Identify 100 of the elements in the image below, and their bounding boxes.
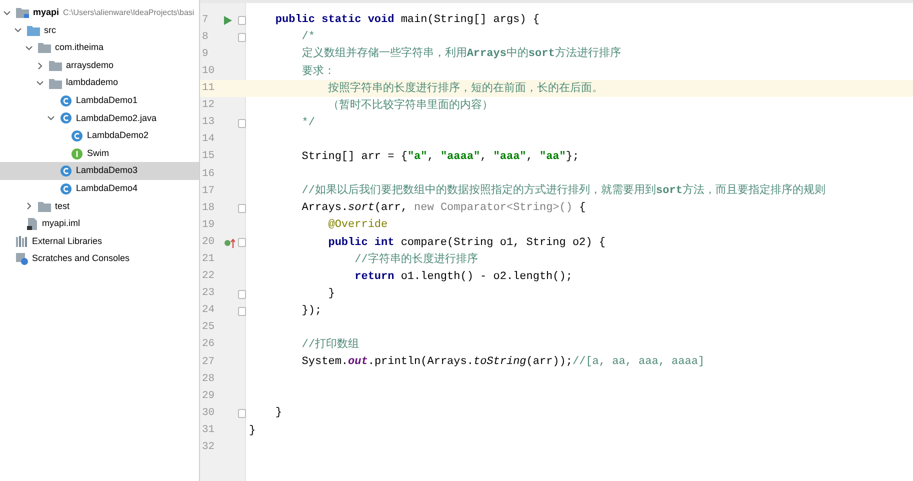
line-number: 19 (201, 218, 216, 233)
code-text: System. (300, 355, 348, 370)
code-comment: //[a, aa, aaa, aaaa] (572, 355, 705, 370)
tree-item[interactable]: External Libraries (0, 232, 199, 250)
code-keyword: public static void (274, 13, 396, 28)
code-text: Arrays. (300, 201, 348, 216)
folder-icon (38, 200, 51, 212)
tree-item[interactable]: LambdaDemo3 (0, 162, 199, 180)
code-text: } (327, 286, 335, 302)
method-name: toString (473, 355, 526, 370)
line-number: 9 (201, 46, 210, 62)
line-number: 8 (201, 30, 210, 45)
line-number: 27 (201, 354, 216, 370)
line-number: 20 (201, 234, 216, 250)
tree-item[interactable]: lambdademo (0, 74, 199, 92)
tree-item[interactable]: LambdaDemo1 (0, 92, 199, 110)
class-icon (71, 130, 83, 142)
tree-item[interactable]: src (0, 22, 199, 40)
code-comment: 按照字符串的长度进行排序，短的在前面，长的在后面。 (327, 80, 604, 97)
tree-item[interactable]: myapi.iml (0, 215, 199, 233)
fold-marker-icon[interactable] (238, 306, 246, 316)
chevron-right-icon[interactable] (36, 62, 44, 70)
override-marker-icon[interactable] (224, 238, 235, 248)
chevron-down-icon[interactable] (3, 8, 11, 17)
class-icon (60, 94, 72, 107)
code-text: }); (300, 304, 322, 319)
code-text: , (526, 150, 534, 166)
chevron-down-icon[interactable] (25, 44, 33, 52)
tree-label: LambdaDemo4 (76, 182, 138, 195)
tree-label: Swim (87, 146, 109, 160)
tree-label: LambdaDemo3 (76, 164, 138, 178)
code-text: compare(String o1, String o2) { (400, 236, 606, 251)
tree-label: LambdaDemo2.java (76, 112, 157, 125)
folder-icon (27, 24, 40, 36)
chevron-down-icon[interactable] (14, 26, 22, 34)
fold-marker-icon[interactable] (238, 290, 246, 299)
line-number: 18 (201, 200, 216, 216)
line-number: 31 (201, 422, 216, 438)
line-number: 16 (201, 166, 216, 182)
code-comment: 要求： (300, 64, 335, 80)
line-number: 30 (201, 406, 216, 421)
code-comment: //如果以后我们要把数组中的数据按照指定的方式进行排列，就需要用到sort方法，而且要指定排序的规则 (300, 183, 826, 200)
line-number: 25 (201, 320, 216, 336)
string-literal: "a" (407, 150, 428, 166)
folder-icon (49, 78, 62, 89)
code-text: }; (566, 150, 580, 166)
fold-marker-icon[interactable] (238, 16, 246, 26)
fold-marker-icon[interactable] (238, 118, 246, 128)
annotation: @Override (327, 218, 388, 234)
library-icon (16, 236, 28, 248)
tree-label: Scratches and Consoles (32, 252, 130, 266)
tree-item[interactable]: test (0, 198, 199, 216)
tree-label: myapi (33, 6, 60, 20)
line-number: 22 (201, 269, 216, 284)
tree-item[interactable]: myapi C:\Users\alienware\IdeaProjects\basi (0, 4, 199, 22)
code-text: , (427, 150, 435, 166)
tree-label: LambdaDemo1 (76, 94, 138, 108)
chevron-right-icon[interactable] (25, 202, 33, 210)
tree-item[interactable]: LambdaDemo4 (0, 180, 199, 198)
tree-item[interactable]: Scratches and Consoles (0, 250, 199, 268)
line-number: 24 (201, 303, 216, 318)
tree-label: External Libraries (32, 234, 102, 248)
code-comment: */ (300, 116, 316, 131)
code-text: main(String[] args) { (400, 13, 540, 28)
tree-label: arraysdemo (66, 58, 114, 72)
code-text: String[] arr = { (300, 150, 408, 166)
line-number: 13 (201, 115, 216, 130)
string-literal: "aaaa" (440, 150, 480, 166)
tree-item[interactable]: LambdaDemo2.java (0, 110, 199, 128)
folder-icon (38, 42, 51, 54)
tree-label: myapi.iml (42, 217, 80, 230)
run-icon[interactable] (224, 16, 232, 26)
line-number: 7 (201, 12, 210, 28)
code-keyword: return (354, 270, 396, 285)
chevron-down-icon[interactable] (36, 79, 44, 88)
tree-label: LambdaDemo2 (87, 129, 149, 142)
line-number: 23 (201, 286, 216, 302)
code-text: } (249, 424, 256, 439)
tree-item[interactable]: arraysdemo (0, 56, 199, 74)
line-number: 11 (201, 81, 216, 96)
line-number: 29 (201, 388, 216, 404)
tree-item[interactable]: com.itheima (0, 39, 199, 57)
code-text: } (274, 406, 282, 422)
fold-marker-icon[interactable] (238, 238, 246, 248)
scratch-icon (16, 253, 28, 266)
fold-marker-icon[interactable] (238, 33, 246, 42)
code-comment: /* (300, 30, 316, 46)
tree-label: com.itheima (55, 41, 104, 54)
fold-marker-icon[interactable] (238, 409, 246, 418)
tree-item[interactable]: Swim (0, 144, 199, 162)
fold-marker-icon[interactable] (238, 204, 246, 214)
code-text: .println(Arrays. (368, 355, 474, 370)
field-name: out (348, 355, 368, 370)
class-icon (60, 112, 72, 124)
tree-item[interactable]: LambdaDemo2 (0, 127, 199, 145)
line-number: 10 (201, 64, 216, 79)
interface-icon (71, 148, 83, 160)
chevron-down-icon[interactable] (47, 114, 55, 122)
code-text: o1.length() - o2.length(); (400, 270, 572, 285)
line-number: 15 (201, 149, 216, 164)
